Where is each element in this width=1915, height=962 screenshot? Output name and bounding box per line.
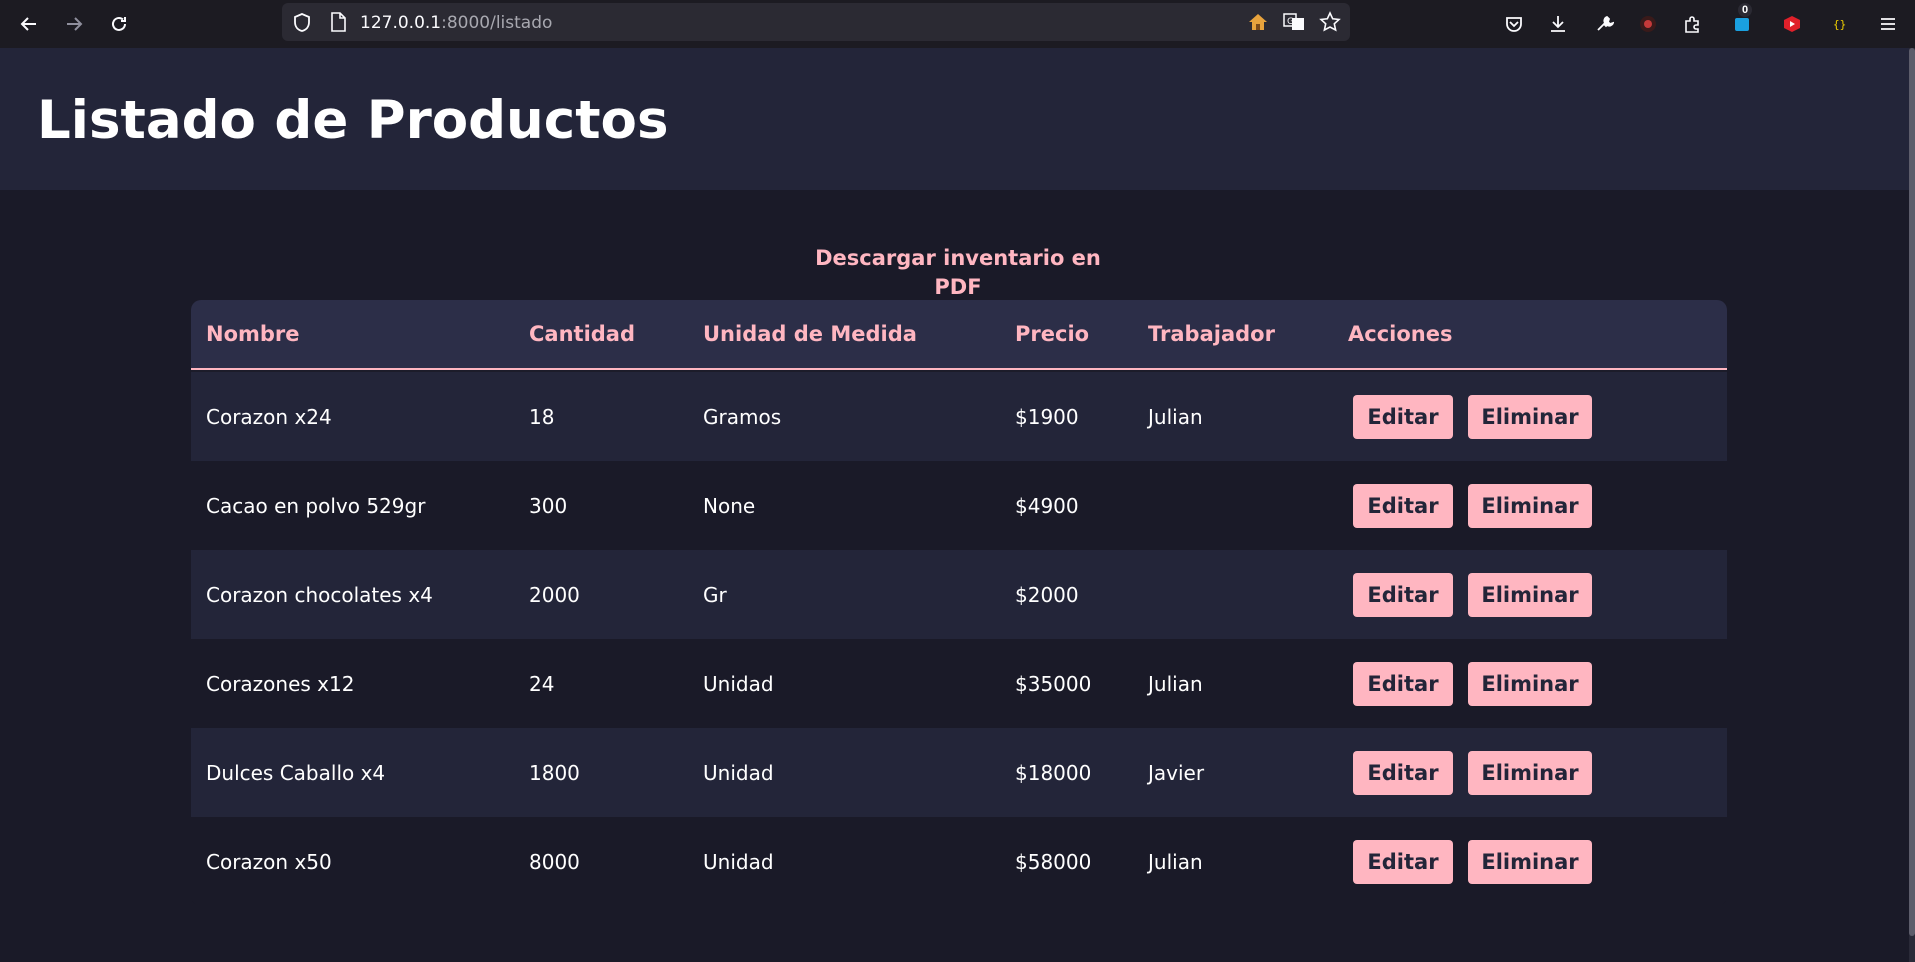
cell-nombre: Dulces Caballo x4 <box>206 761 386 785</box>
page-title: Listado de Productos <box>37 90 669 151</box>
cell-cantidad: 300 <box>529 494 568 518</box>
puzzle-icon[interactable] <box>1677 8 1709 40</box>
column-header-trabajador: Trabajador <box>1148 322 1275 346</box>
download-pdf-link[interactable]: Descargar inventario en PDF <box>808 244 1108 302</box>
table-header: Nombre Cantidad Unidad de Medida Precio … <box>191 300 1727 370</box>
wrench-icon[interactable] <box>1588 8 1620 40</box>
delete-button[interactable]: Eliminar <box>1468 662 1592 706</box>
cell-nombre: Corazon x50 <box>206 850 332 874</box>
url-path: :8000/listado <box>441 13 553 33</box>
cell-nombre: Corazon chocolates x4 <box>206 583 433 607</box>
table-row: Dulces Caballo x4 1800 Unidad $18000 Jav… <box>191 728 1727 817</box>
url-bar[interactable]: 127.0.0.1:8000/listado G <box>282 3 1350 41</box>
column-header-unidad: Unidad de Medida <box>703 322 917 346</box>
svg-text:G: G <box>1287 17 1294 27</box>
page-header: Listado de Productos <box>0 48 1909 190</box>
table-row: Cacao en polvo 529gr 300 None $4900 Edit… <box>191 461 1727 550</box>
column-header-cantidad: Cantidad <box>529 322 636 346</box>
cell-cantidad: 18 <box>529 405 555 429</box>
star-icon[interactable] <box>1318 10 1342 34</box>
cell-unidad: Unidad <box>703 761 774 785</box>
delete-button[interactable]: Eliminar <box>1468 395 1592 439</box>
column-header-precio: Precio <box>1015 322 1090 346</box>
translate-icon[interactable]: G <box>1282 10 1306 34</box>
column-header-acciones: Acciones <box>1348 322 1453 346</box>
cell-unidad: Unidad <box>703 850 774 874</box>
table-row: Corazon chocolates x4 2000 Gr $2000 Edit… <box>191 550 1727 639</box>
browser-toolbar: 127.0.0.1:8000/listado G 0 {} <box>0 0 1915 48</box>
cell-trabajador: Julian <box>1148 850 1203 874</box>
table-row: Corazon x24 18 Gramos $1900 Julian Edita… <box>191 372 1727 461</box>
edit-button[interactable]: Editar <box>1353 395 1453 439</box>
edit-button[interactable]: Editar <box>1353 484 1453 528</box>
cell-cantidad: 2000 <box>529 583 580 607</box>
cell-cantidad: 8000 <box>529 850 580 874</box>
cell-cantidad: 24 <box>529 672 555 696</box>
reload-icon[interactable] <box>103 8 135 40</box>
cell-nombre: Cacao en polvo 529gr <box>206 494 426 518</box>
delete-button[interactable]: Eliminar <box>1468 484 1592 528</box>
edit-button[interactable]: Editar <box>1353 662 1453 706</box>
youtube-icon[interactable] <box>1776 8 1808 40</box>
cell-unidad: Unidad <box>703 672 774 696</box>
cell-precio: $58000 <box>1015 850 1092 874</box>
table-row: Corazon x50 8000 Unidad $58000 Julian Ed… <box>191 817 1727 906</box>
cell-unidad: Gr <box>703 583 727 607</box>
cell-nombre: Corazones x12 <box>206 672 355 696</box>
back-icon[interactable] <box>13 8 45 40</box>
column-header-nombre: Nombre <box>206 322 300 346</box>
url-host: 127.0.0.1 <box>360 13 442 33</box>
extension-icon[interactable] <box>1632 8 1664 40</box>
cell-precio: $18000 <box>1015 761 1092 785</box>
cell-trabajador: Julian <box>1148 405 1203 429</box>
cell-precio: $4900 <box>1015 494 1079 518</box>
forward-icon[interactable] <box>58 8 90 40</box>
delete-button[interactable]: Eliminar <box>1468 751 1592 795</box>
delete-button[interactable]: Eliminar <box>1468 573 1592 617</box>
page-icon <box>326 10 350 34</box>
url-text[interactable]: 127.0.0.1:8000/listado <box>360 13 552 33</box>
edit-button[interactable]: Editar <box>1353 573 1453 617</box>
products-table: Nombre Cantidad Unidad de Medida Precio … <box>191 300 1727 906</box>
delete-button[interactable]: Eliminar <box>1468 840 1592 884</box>
cell-unidad: Gramos <box>703 405 782 429</box>
extension-badge-count: 0 <box>1738 3 1752 17</box>
edit-button[interactable]: Editar <box>1353 751 1453 795</box>
cell-trabajador: Julian <box>1148 672 1203 696</box>
cell-cantidad: 1800 <box>529 761 580 785</box>
scrollbar-thumb[interactable] <box>1909 48 1915 936</box>
svg-text:{}: {} <box>1833 18 1846 31</box>
json-icon[interactable]: {} <box>1824 8 1856 40</box>
cell-trabajador: Javier <box>1148 761 1205 785</box>
cell-nombre: Corazon x24 <box>206 405 332 429</box>
edit-button[interactable]: Editar <box>1353 840 1453 884</box>
home-icon[interactable] <box>1246 10 1270 34</box>
menu-icon[interactable] <box>1872 8 1904 40</box>
table-row: Corazones x12 24 Unidad $35000 Julian Ed… <box>191 639 1727 728</box>
cell-precio: $35000 <box>1015 672 1092 696</box>
download-icon[interactable] <box>1542 8 1574 40</box>
shield-icon[interactable] <box>290 10 314 34</box>
pocket-icon[interactable] <box>1498 8 1530 40</box>
cell-precio: $1900 <box>1015 405 1079 429</box>
cell-unidad: None <box>703 494 756 518</box>
cell-precio: $2000 <box>1015 583 1079 607</box>
